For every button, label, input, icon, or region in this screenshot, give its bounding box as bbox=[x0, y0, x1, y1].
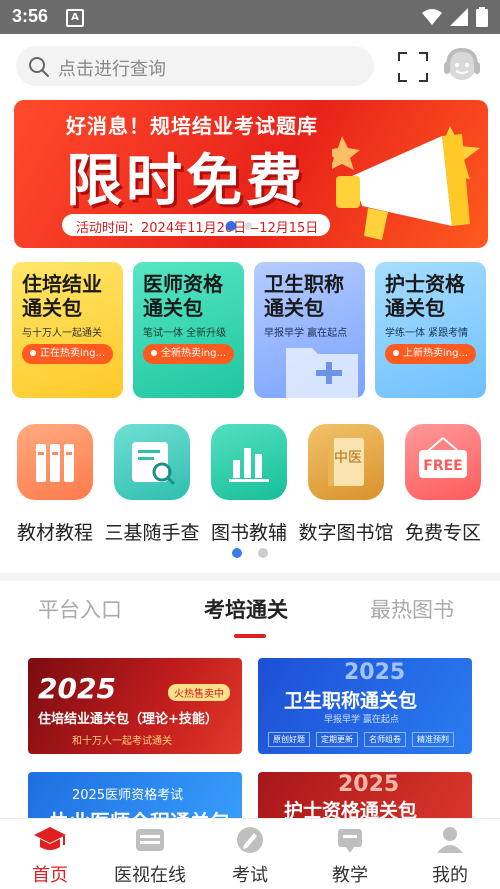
search-input[interactable]: 点击进行查询 bbox=[16, 46, 374, 86]
banner-big-text: 限时免费 bbox=[66, 149, 306, 214]
profile-icon bbox=[437, 827, 463, 853]
card-subtitle: 学练一体 紧跟考情 bbox=[385, 328, 469, 339]
banner-date-bar: 活动时间：2024年11月20日—12月15日 bbox=[62, 214, 330, 236]
card-resident-training[interactable]: 住培结业通关包 与十万人一起通关 正在热卖ing... bbox=[12, 262, 123, 398]
bar-chart-icon bbox=[211, 424, 287, 500]
status-bar: 3:56 A bbox=[0, 0, 500, 34]
card-subtitle: 早报早学 赢在起点 bbox=[264, 328, 348, 339]
tab-exam-pass[interactable]: 考培通关 bbox=[204, 594, 288, 624]
nav-teaching[interactable]: 教学 bbox=[300, 825, 400, 887]
bottom-nav: 首页 医视在线 考试 教学 我的 bbox=[0, 818, 500, 889]
free-sign-icon: FREE bbox=[405, 424, 481, 500]
promo-title: 2025医师资格考试 bbox=[72, 788, 184, 803]
card-pill: 上新热卖ing... bbox=[385, 344, 476, 364]
megaphone-icon bbox=[332, 126, 480, 240]
promo-chips: 原创好题 定期更新 名师组卷 精准预判 bbox=[268, 732, 454, 747]
folder-plus-icon bbox=[286, 348, 358, 398]
tab-hot-books[interactable]: 最热图书 bbox=[370, 594, 454, 624]
nav-label: 医视在线 bbox=[114, 865, 186, 886]
tab-platform-entry[interactable]: 平台入口 bbox=[38, 594, 122, 624]
promo-slogan: 和十万人一起考试通关 bbox=[72, 736, 172, 747]
wifi-icon bbox=[422, 9, 442, 25]
nav-exam[interactable]: 考试 bbox=[200, 825, 300, 887]
scan-icon[interactable] bbox=[398, 52, 428, 82]
video-icon bbox=[136, 829, 164, 851]
customer-service-icon[interactable] bbox=[440, 46, 484, 88]
promo-tag: 火热售卖中 bbox=[168, 684, 230, 701]
pager-dot-active bbox=[232, 548, 242, 558]
search-doc-icon bbox=[114, 424, 190, 500]
card-title: 卫生职称通关包 bbox=[264, 272, 344, 320]
quick-label: 三基随手查 bbox=[104, 522, 200, 544]
banner-headline: 好消息！规培结业考试题库 bbox=[66, 114, 318, 138]
promo-slogan: 早报早学 赢在起点 bbox=[324, 715, 399, 725]
promo-year: 2025 bbox=[344, 660, 406, 685]
promo-health-title[interactable]: 2025 卫生职称通关包 早报早学 赢在起点 原创好题 定期更新 名师组卷 精准… bbox=[258, 658, 472, 754]
nav-profile[interactable]: 我的 bbox=[400, 825, 500, 887]
promo-chip: 原创好题 bbox=[268, 732, 310, 747]
card-subtitle: 笔试一体 全新升级 bbox=[143, 328, 227, 339]
quick-label: 数字图书馆 bbox=[298, 522, 394, 544]
status-time: 3:56 bbox=[12, 6, 49, 26]
card-health-title[interactable]: 卫生职称通关包 早报早学 赢在起点 bbox=[254, 262, 365, 398]
pager-dot bbox=[258, 548, 268, 558]
search-icon bbox=[29, 57, 49, 77]
promo-resident-training[interactable]: 2025 火热售卖中 住培结业通关包（理论+技能） 和十万人一起考试通关 bbox=[28, 658, 242, 754]
quick-digital-library[interactable]: 中医 数字图书馆 bbox=[297, 424, 395, 545]
quick-entries: 教材教程 三基随手查 图书教辅 中医 数字图书馆 FREE 免费专区 bbox=[0, 424, 500, 544]
nav-home[interactable]: 首页 bbox=[0, 825, 100, 887]
quick-free-zone[interactable]: FREE 免费专区 bbox=[394, 424, 492, 545]
promo-title: 住培结业通关包（理论+技能） bbox=[38, 712, 218, 727]
quick-sanji-lookup[interactable]: 三基随手查 bbox=[103, 424, 201, 545]
search-placeholder: 点击进行查询 bbox=[58, 59, 166, 80]
banner-date-text: 活动时间：2024年11月20日—12月15日 bbox=[76, 221, 319, 236]
card-pill: 正在热卖ing... bbox=[22, 344, 113, 364]
promo-chip: 精准预判 bbox=[412, 732, 454, 747]
promo-year: 2025 bbox=[38, 672, 116, 705]
quick-pager bbox=[230, 548, 270, 560]
graduation-cap-icon bbox=[34, 827, 66, 850]
section-divider bbox=[0, 573, 500, 581]
card-title: 住培结业通关包 bbox=[22, 272, 102, 320]
promo-chip: 名师组卷 bbox=[364, 732, 406, 747]
card-nurse-license[interactable]: 护士资格通关包 学练一体 紧跟考情 上新热卖ing... bbox=[375, 262, 486, 398]
card-subtitle: 与十万人一起通关 bbox=[22, 328, 102, 339]
quick-textbooks[interactable]: 教材教程 bbox=[6, 424, 104, 545]
promo-title: 卫生职称通关包 bbox=[284, 690, 418, 712]
notification-a-icon: A bbox=[66, 9, 84, 27]
quick-label: 教材教程 bbox=[16, 522, 93, 544]
promo-chip: 定期更新 bbox=[316, 732, 358, 747]
promo-year: 2025 bbox=[338, 772, 400, 797]
teaching-icon bbox=[338, 829, 362, 853]
signal-icon bbox=[450, 8, 468, 26]
card-pill: 全新热卖ing... bbox=[143, 344, 234, 364]
quick-label: 图书教辅 bbox=[210, 522, 287, 544]
quick-label: 免费专区 bbox=[404, 522, 481, 544]
card-physician-license[interactable]: 医师资格通关包 笔试一体 全新升级 全新热卖ing... bbox=[133, 262, 244, 398]
nav-label: 考试 bbox=[232, 865, 268, 886]
card-title: 护士资格通关包 bbox=[385, 272, 465, 320]
banner-carousel-dots bbox=[226, 221, 252, 231]
promo-banner[interactable]: 好消息！规培结业考试题库 限时免费 活动时间：2024年11月20日—12月15… bbox=[14, 100, 488, 248]
nav-label: 首页 bbox=[32, 865, 68, 886]
tab-indicator bbox=[234, 634, 266, 638]
battery-icon bbox=[476, 7, 488, 27]
book-icon-text: 中医 bbox=[334, 450, 362, 466]
library-book-icon: 中医 bbox=[308, 424, 384, 500]
exam-icon bbox=[237, 827, 263, 853]
nav-label: 我的 bbox=[432, 865, 468, 886]
search-row: 点击进行查询 bbox=[16, 46, 490, 88]
free-sign-text: FREE bbox=[423, 458, 462, 474]
nav-video-online[interactable]: 医视在线 bbox=[100, 825, 200, 887]
nav-label: 教学 bbox=[332, 865, 368, 886]
card-title: 医师资格通关包 bbox=[143, 272, 223, 320]
books-icon bbox=[17, 424, 93, 500]
quick-book-aids[interactable]: 图书教辅 bbox=[200, 424, 298, 545]
course-cards: 住培结业通关包 与十万人一起通关 正在热卖ing... 医师资格通关包 笔试一体… bbox=[12, 262, 488, 398]
system-icons bbox=[422, 7, 488, 27]
